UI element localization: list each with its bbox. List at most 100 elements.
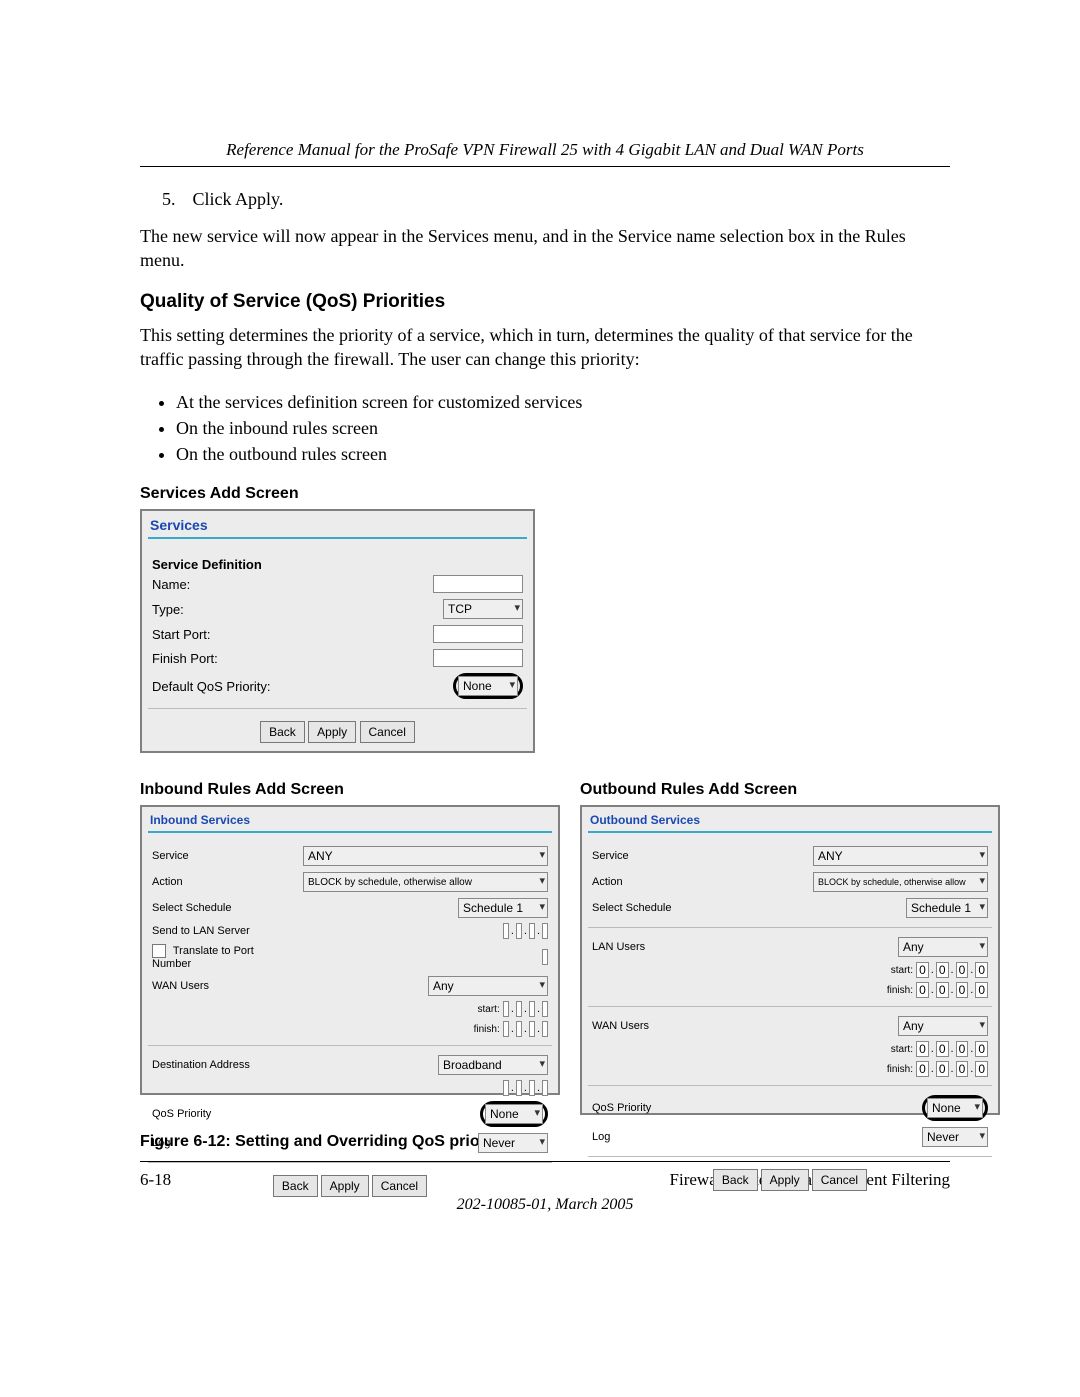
outbound-title: Outbound Services [582,807,998,831]
ip-octet[interactable] [516,923,522,939]
ip-octet[interactable] [542,1080,548,1096]
finish-label: finish: [474,1024,500,1035]
step-num: 5. [162,189,188,210]
services-screenshot: Services Service Definition Name: Type: … [140,509,535,753]
ip-octet[interactable] [516,1021,522,1037]
schedule-label: Select Schedule [592,902,714,914]
wan-users-select[interactable]: Any [898,1016,988,1036]
ip-octet[interactable]: 0 [936,1041,949,1057]
ip-octet[interactable] [503,1001,509,1017]
qos-highlight-circle: None [480,1101,548,1127]
apply-button[interactable]: Apply [761,1169,809,1191]
ip-octet[interactable] [516,1080,522,1096]
qos-label: Default QoS Priority: [152,679,453,694]
schedule-select[interactable]: Schedule 1 [458,898,548,918]
service-select[interactable]: ANY [813,846,988,866]
name-label: Name: [152,577,433,592]
ip-octet[interactable]: 0 [936,962,949,978]
ip-octet[interactable]: 0 [956,982,969,998]
qos-highlight-circle: None [453,673,523,699]
ip-octet[interactable]: 0 [916,982,929,998]
qos-select[interactable]: None [485,1104,543,1124]
divider [148,537,527,539]
lan-users-label: LAN Users [592,941,714,953]
service-label: Service [592,850,714,862]
start-port-input[interactable] [433,625,523,643]
apply-button[interactable]: Apply [321,1175,369,1197]
ip-octet[interactable] [542,1001,548,1017]
service-label: Service [152,850,274,862]
wan-users-label: WAN Users [592,1020,714,1032]
wan-users-label: WAN Users [152,980,274,992]
type-select[interactable]: TCP [443,599,523,619]
ip-octet[interactable]: 0 [975,1061,988,1077]
action-select[interactable]: BLOCK by schedule, otherwise allow [303,872,548,892]
back-button[interactable]: Back [713,1169,758,1191]
outbound-screenshot: Outbound Services Service ANY Action BLO… [580,805,1000,1115]
inbound-title: Inbound Services [142,807,558,831]
translate-port-input[interactable] [542,949,548,965]
ip-octet[interactable]: 0 [956,962,969,978]
ip-octet[interactable]: 0 [975,1041,988,1057]
dest-select[interactable]: Broadband [438,1055,548,1075]
log-label: Log [152,1137,274,1149]
qos-select[interactable]: None [927,1098,983,1118]
name-input[interactable] [433,575,523,593]
ip-octet[interactable]: 0 [936,982,949,998]
ip-octet[interactable]: 0 [975,982,988,998]
qos-select[interactable]: None [458,676,518,696]
divider [148,1045,552,1046]
start-label: start: [478,1004,500,1015]
wan-users-select[interactable]: Any [428,976,548,996]
service-select[interactable]: ANY [303,846,548,866]
ip-octet[interactable]: 0 [916,962,929,978]
ip-octet[interactable]: 0 [975,962,988,978]
service-definition-label: Service Definition [142,549,533,572]
divider [148,1162,552,1163]
schedule-label: Select Schedule [152,902,274,914]
divider [588,831,992,833]
step-text: Click Apply. [193,189,284,209]
ip-octet[interactable]: 0 [916,1041,929,1057]
bullet-item: At the services definition screen for cu… [176,389,950,415]
bullet-item: On the outbound rules screen [176,441,950,467]
ip-octet[interactable] [503,923,509,939]
translate-label: Translate to Port Number [152,944,274,970]
start-label: start: [891,1044,913,1055]
step-5: 5. Click Apply. [162,189,950,210]
cancel-button[interactable]: Cancel [812,1169,867,1191]
cancel-button[interactable]: Cancel [372,1175,427,1197]
ip-octet[interactable] [542,1021,548,1037]
divider [588,1006,992,1007]
finish-label: finish: [887,985,913,996]
action-select[interactable]: BLOCK by schedule, otherwise allow [813,872,988,892]
ip-octet[interactable]: 0 [956,1061,969,1077]
qos-highlight-circle: None [922,1095,988,1121]
finish-port-input[interactable] [433,649,523,667]
ip-octet[interactable] [542,923,548,939]
log-select[interactable]: Never [478,1133,548,1153]
apply-button[interactable]: Apply [308,721,356,743]
lan-users-select[interactable]: Any [898,937,988,957]
cancel-button[interactable]: Cancel [360,721,415,743]
running-title: Reference Manual for the ProSafe VPN Fir… [140,140,950,160]
qos-label: QoS Priority [152,1108,274,1120]
translate-checkbox[interactable] [152,944,166,958]
send-lan-label: Send to LAN Server [152,925,274,937]
back-button[interactable]: Back [273,1175,318,1197]
log-label: Log [592,1131,714,1143]
ip-octet[interactable]: 0 [916,1061,929,1077]
ip-octet[interactable] [503,1021,509,1037]
ip-octet[interactable]: 0 [936,1061,949,1077]
schedule-select[interactable]: Schedule 1 [906,898,988,918]
ip-octet[interactable]: 0 [956,1041,969,1057]
heading-outbound: Outbound Rules Add Screen [580,781,1000,799]
ip-octet[interactable] [503,1080,509,1096]
paragraph-1: The new service will now appear in the S… [140,224,950,273]
paragraph-2: This setting determines the priority of … [140,323,950,372]
back-button[interactable]: Back [260,721,305,743]
ip-octet[interactable] [516,1001,522,1017]
log-select[interactable]: Never [922,1127,988,1147]
services-title: Services [142,511,533,537]
bullet-list: At the services definition screen for cu… [142,389,950,467]
